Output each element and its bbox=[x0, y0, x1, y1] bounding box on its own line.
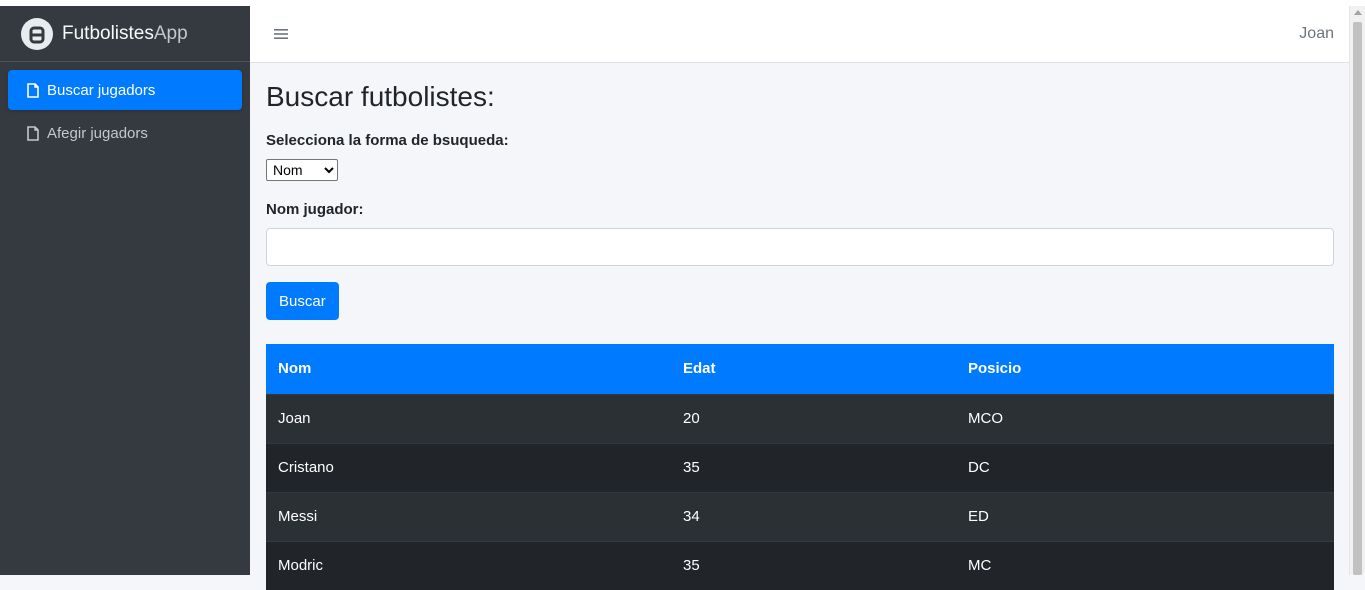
sidebar-nav: Buscar jugadors Afegir jugadors bbox=[0, 62, 250, 153]
scrollbar-thumb[interactable] bbox=[1353, 22, 1362, 575]
cell-posicio: MCO bbox=[968, 410, 1003, 427]
cell-nom: Joan bbox=[278, 410, 311, 427]
column-header-nom: Nom bbox=[278, 360, 312, 378]
cell-nom: Messi bbox=[278, 508, 318, 525]
cell-posicio: MC bbox=[968, 557, 992, 575]
user-name-link[interactable]: Joan bbox=[1299, 25, 1334, 43]
table-row: Cristano 35 DC bbox=[266, 443, 1334, 492]
top-navbar: Joan bbox=[250, 6, 1349, 63]
sidebar-item-label: Buscar jugadors bbox=[47, 81, 156, 99]
cell-edat: 34 bbox=[683, 508, 700, 525]
cell-edat: 35 bbox=[683, 557, 700, 575]
brand-main-text: Futbolistes bbox=[62, 22, 154, 44]
search-mode-select[interactable]: Nom bbox=[266, 159, 338, 181]
cell-posicio: ED bbox=[968, 508, 989, 525]
sidebar-item-afegir-jugadors[interactable]: Afegir jugadors bbox=[8, 113, 242, 153]
search-mode-wrap: Nom bbox=[266, 159, 1334, 181]
brand-logo-icon bbox=[21, 17, 53, 50]
player-name-label: Nom jugador: bbox=[266, 201, 364, 218]
cell-edat: 35 bbox=[683, 459, 700, 476]
brand-title: FutbolistesApp bbox=[62, 23, 188, 45]
table-row: Modric 35 MC bbox=[266, 541, 1334, 590]
scroll-up-arrow-icon[interactable] bbox=[1354, 10, 1362, 15]
cell-edat: 20 bbox=[683, 410, 700, 427]
main-content: Buscar futbolistes: Selecciona la forma … bbox=[266, 63, 1334, 590]
table-header-row: Nom Edat Posicio bbox=[266, 344, 1334, 394]
column-header-posicio: Posicio bbox=[968, 360, 1022, 378]
sidebar: FutbolistesApp Buscar jugadors Afegir ju… bbox=[0, 6, 250, 575]
page-title: Buscar futbolistes: bbox=[266, 81, 495, 112]
table-row: Messi 34 ED bbox=[266, 492, 1334, 541]
brand-suffix-text: App bbox=[153, 22, 188, 44]
sidebar-item-buscar-jugadors[interactable]: Buscar jugadors bbox=[8, 70, 242, 110]
cell-nom: Cristano bbox=[278, 459, 334, 476]
search-button[interactable]: Buscar bbox=[266, 282, 339, 320]
brand[interactable]: FutbolistesApp bbox=[0, 6, 250, 62]
search-mode-label: Selecciona la forma de bsuqueda: bbox=[266, 132, 509, 149]
players-table: Nom Edat Posicio Joan 20 MCO Cristano 35… bbox=[266, 344, 1334, 590]
hamburger-icon[interactable] bbox=[274, 24, 288, 45]
column-header-edat: Edat bbox=[683, 360, 716, 378]
table-row: Joan 20 MCO bbox=[266, 394, 1334, 443]
page-scrollbar[interactable] bbox=[1349, 6, 1365, 575]
sidebar-item-label: Afegir jugadors bbox=[47, 124, 148, 142]
player-name-input[interactable] bbox=[266, 228, 1334, 266]
file-icon bbox=[27, 82, 39, 98]
cell-posicio: DC bbox=[968, 459, 990, 476]
cell-nom: Modric bbox=[278, 557, 324, 575]
file-icon bbox=[27, 125, 39, 141]
